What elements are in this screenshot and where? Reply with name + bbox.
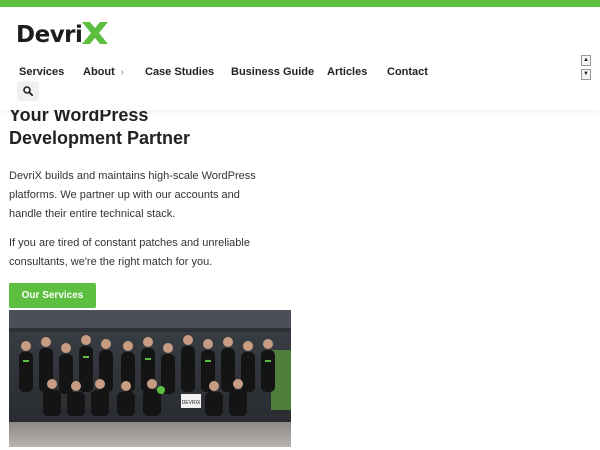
logo-text: Devri — [16, 22, 83, 48]
chevron-right-icon: › — [120, 66, 125, 78]
team-photo-image: DEVRIX — [9, 310, 291, 447]
nav-case-studies[interactable]: Case Studies — [145, 62, 214, 82]
scroll-down-button[interactable]: ▼ — [581, 69, 591, 80]
hero-paragraph-1-line-1: DevriX builds and maintains high-scale W… — [9, 170, 256, 182]
hero-paragraph-1: DevriX builds and maintains high-scale W… — [9, 167, 259, 224]
hero-paragraph-2: If you are tired of constant patches and… — [9, 234, 259, 272]
nav-articles[interactable]: Articles — [327, 62, 367, 82]
nav-services[interactable]: Services — [19, 62, 64, 82]
our-services-button[interactable]: Our Services — [9, 283, 96, 308]
site-header: Devri Services About › Case Studies Busin… — [0, 7, 600, 110]
hero-paragraph-1-line-2: platforms. We partner up with our accoun… — [9, 189, 240, 201]
team-sign-text: DEVRIX — [182, 400, 201, 406]
scroll-up-button[interactable]: ▲ — [581, 55, 591, 66]
nav-about[interactable]: About › — [83, 62, 124, 82]
hero-paragraph-2-line-2: consultants, we're the right match for y… — [9, 256, 213, 268]
hero-title: Your WordPress Development Partner — [9, 104, 190, 150]
top-accent-bar — [0, 0, 600, 7]
logo-x-icon — [82, 22, 109, 44]
search-button[interactable] — [17, 81, 39, 101]
hero-title-line-2: Development Partner — [9, 128, 191, 148]
hero-paragraph-2-line-1: If you are tired of constant patches and… — [9, 237, 250, 249]
nav-business-guide[interactable]: Business Guide — [231, 62, 314, 82]
search-icon — [23, 86, 33, 96]
nav-contact[interactable]: Contact — [387, 62, 428, 82]
our-services-label: Our Services — [21, 290, 84, 301]
team-photo: DEVRIX — [9, 310, 291, 447]
logo[interactable]: Devri — [16, 18, 110, 52]
hero-paragraph-1-line-3: handle their entire technical stack. — [9, 208, 176, 220]
